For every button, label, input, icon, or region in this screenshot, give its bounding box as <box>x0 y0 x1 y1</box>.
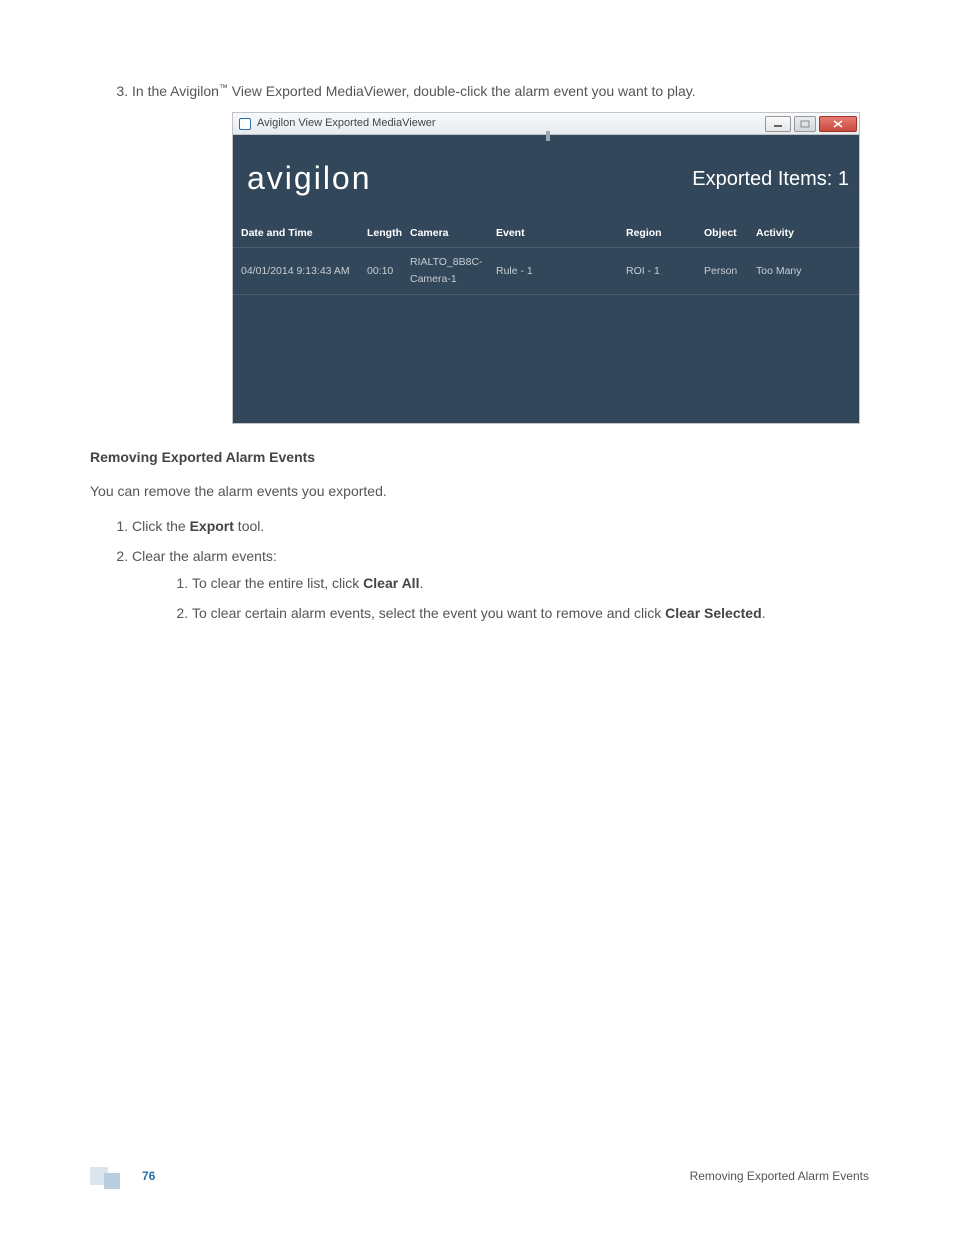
top-tick-mark <box>546 131 550 141</box>
clear-selected-bold: Clear Selected <box>665 605 762 621</box>
step-clear: Clear the alarm events: To clear the ent… <box>132 545 869 624</box>
window-title: Avigilon View Exported MediaViewer <box>257 115 436 133</box>
cell-object: Person <box>700 248 752 295</box>
minimize-icon <box>773 120 783 128</box>
step-export: Click the Export tool. <box>132 515 869 537</box>
substep-clear-all: To clear the entire list, click Clear Al… <box>192 572 869 594</box>
exported-items-label: Exported Items: 1 <box>692 163 849 195</box>
section-heading: Removing Exported Alarm Events <box>90 446 869 468</box>
substep-clear-selected: To clear certain alarm events, select th… <box>192 602 869 624</box>
section-intro: You can remove the alarm events you expo… <box>90 480 869 502</box>
step-3-text-a: In the Avigilon <box>132 83 219 99</box>
text-frag: To clear certain alarm events, select th… <box>192 605 665 621</box>
text-frag: . <box>419 575 423 591</box>
text-frag: To clear the entire list, click <box>192 575 363 591</box>
col-region[interactable]: Region <box>622 219 700 248</box>
cell-event: Rule - 1 <box>492 248 622 295</box>
maximize-button[interactable] <box>794 116 816 132</box>
col-activity[interactable]: Activity <box>752 219 859 248</box>
cell-region: ROI - 1 <box>622 248 700 295</box>
clear-all-bold: Clear All <box>363 575 419 591</box>
table-row[interactable]: 04/01/2014 9:13:43 AM 00:10 RIALTO_8B8C-… <box>233 248 859 295</box>
close-button[interactable] <box>819 116 857 132</box>
cell-camera: RIALTO_8B8C-Camera-1 <box>406 248 492 295</box>
empty-area <box>233 295 859 423</box>
step-3: In the Avigilon™ View Exported MediaView… <box>132 80 869 424</box>
text-frag: Click the <box>132 518 190 534</box>
footer-graphic <box>90 1167 132 1187</box>
page-number: 76 <box>142 1167 155 1186</box>
col-camera[interactable]: Camera <box>406 219 492 248</box>
app-icon <box>239 118 251 130</box>
table-header-row: Date and Time Length Camera Event Region… <box>233 219 859 248</box>
cell-date: 04/01/2014 9:13:43 AM <box>233 248 363 295</box>
step-3-text-b: View Exported MediaViewer, double-click … <box>228 83 696 99</box>
col-length[interactable]: Length <box>363 219 406 248</box>
col-event[interactable]: Event <box>492 219 622 248</box>
trademark-symbol: ™ <box>219 82 228 92</box>
mediaviewer-window: Avigilon View Exported MediaViewer <box>232 112 860 424</box>
text-frag: tool. <box>234 518 264 534</box>
footer-title: Removing Exported Alarm Events <box>690 1167 869 1186</box>
events-table: Date and Time Length Camera Event Region… <box>233 219 859 295</box>
text-frag: . <box>762 605 766 621</box>
close-icon <box>832 119 844 129</box>
minimize-button[interactable] <box>765 116 791 132</box>
maximize-icon <box>800 120 810 128</box>
text-frag: Clear the alarm events: <box>132 548 277 564</box>
page-footer: 76 Removing Exported Alarm Events <box>0 1167 954 1187</box>
export-bold: Export <box>190 518 234 534</box>
col-object[interactable]: Object <box>700 219 752 248</box>
avigilon-logo: avigilon <box>247 153 372 204</box>
col-date[interactable]: Date and Time <box>233 219 363 248</box>
cell-length: 00:10 <box>363 248 406 295</box>
cell-activity: Too Many <box>752 248 859 295</box>
